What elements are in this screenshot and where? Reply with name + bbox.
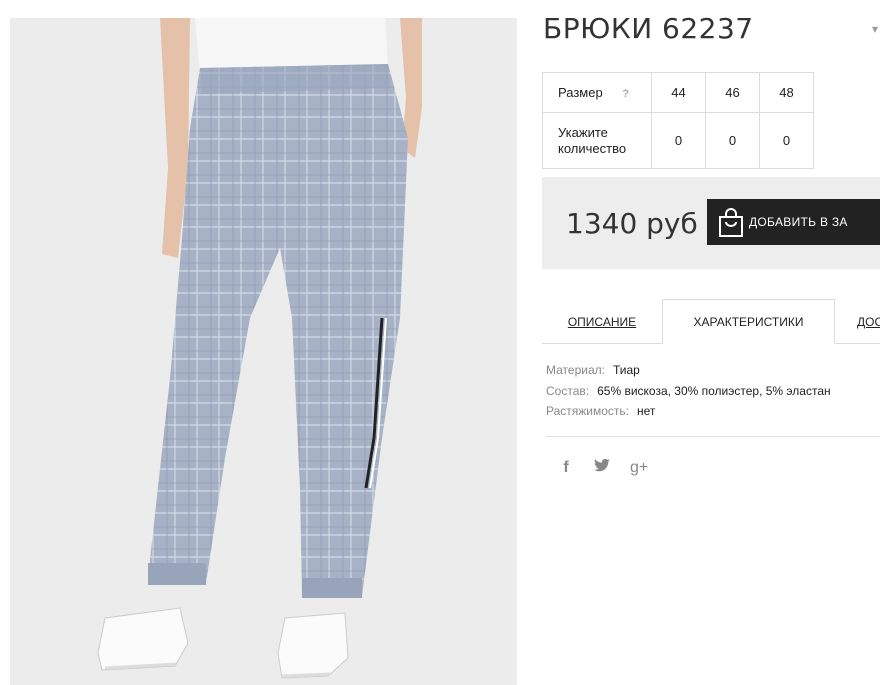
product-title: БРЮКИ 62237 bbox=[543, 12, 754, 45]
composition-key: Состав: bbox=[546, 383, 590, 398]
stretch-key: Растяжимость: bbox=[546, 404, 630, 418]
shopping-bag-icon bbox=[717, 208, 745, 241]
stretch-value: нет bbox=[637, 404, 656, 418]
product-photo[interactable] bbox=[10, 18, 517, 685]
quantity-header: Укажите количество bbox=[542, 112, 652, 169]
characteristics-list: Материал: Тиар Состав: 65% вискоза, 30% по… bbox=[546, 360, 831, 422]
price-box: 1340 руб ДОБАВИТЬ В ЗА bbox=[542, 177, 880, 269]
quantity-label-line1: Укажите bbox=[558, 124, 608, 140]
trousers-image bbox=[10, 18, 517, 685]
material-row: Материал: Тиар bbox=[546, 360, 831, 381]
social-share: f g+ bbox=[558, 458, 648, 477]
google-plus-icon[interactable]: g+ bbox=[630, 459, 648, 477]
size-44[interactable]: 44 bbox=[651, 72, 706, 113]
material-key: Материал: bbox=[546, 363, 605, 377]
tab-delivery[interactable]: ДОС bbox=[857, 299, 880, 344]
tab-characteristics[interactable]: ХАРАКТЕРИСТИКИ bbox=[662, 299, 835, 344]
stretch-row: Растяжимость: нет bbox=[546, 401, 831, 422]
add-to-cart-button[interactable]: ДОБАВИТЬ В ЗА bbox=[707, 199, 880, 245]
tab-description[interactable]: ОПИСАНИЕ bbox=[542, 299, 662, 344]
quantity-44[interactable]: 0 bbox=[651, 112, 706, 169]
quantity-row: Укажите количество 0 0 0 bbox=[542, 112, 814, 169]
material-value: Тиар bbox=[612, 363, 640, 377]
dropdown-icon[interactable]: ▾ bbox=[872, 22, 878, 36]
add-to-cart-label: ДОБАВИТЬ В ЗА bbox=[749, 215, 848, 229]
size-46[interactable]: 46 bbox=[705, 72, 760, 113]
twitter-icon[interactable] bbox=[594, 458, 610, 477]
facebook-icon[interactable]: f bbox=[558, 459, 574, 477]
product-tabs: ОПИСАНИЕ ХАРАКТЕРИСТИКИ ДОС bbox=[542, 299, 880, 344]
quantity-48[interactable]: 0 bbox=[759, 112, 814, 169]
size-header: Размер ? bbox=[542, 72, 652, 113]
size-row: Размер ? 44 46 48 bbox=[542, 72, 814, 113]
price: 1340 руб bbox=[566, 207, 698, 240]
size-label: Размер bbox=[558, 85, 603, 100]
quantity-label-line2: количество bbox=[558, 140, 627, 156]
size-48[interactable]: 48 bbox=[759, 72, 814, 113]
size-table: Размер ? 44 46 48 Укажите количество 0 0… bbox=[542, 72, 814, 169]
composition-row: Состав: 65% вискоза, 30% полиэстер, 5% эл… bbox=[546, 381, 831, 402]
divider bbox=[546, 436, 880, 437]
composition-value: 65% вискоза, 30% полиэстер, 5% эластан bbox=[597, 383, 831, 398]
quantity-46[interactable]: 0 bbox=[705, 112, 760, 169]
help-icon[interactable]: ? bbox=[622, 88, 629, 100]
